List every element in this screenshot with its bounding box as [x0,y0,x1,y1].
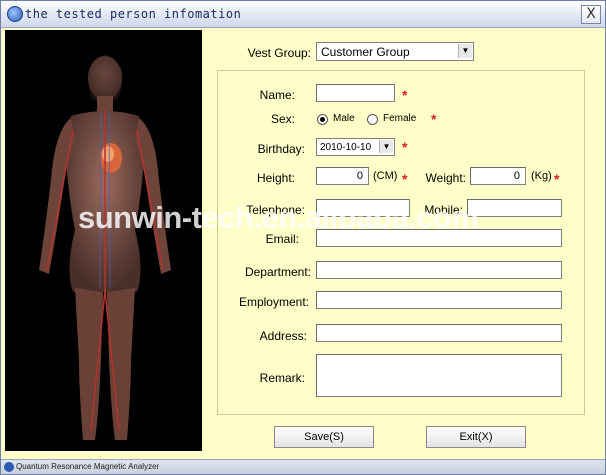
address-input[interactable] [316,324,562,342]
sex-required-mark: * [431,111,437,127]
height-unit: (CM) [373,170,398,182]
birthday-picker[interactable]: 2010-10-10 ▼ [316,138,395,156]
weight-required-mark: * [554,171,560,187]
birthday-label: Birthday: [257,142,305,156]
app-icon [7,6,23,22]
dialog-window: the tested person infomation X Vest Grou… [0,0,606,475]
exit-button[interactable]: Exit(X) [426,426,526,448]
email-input[interactable] [316,229,562,247]
app-status-icon [4,462,14,472]
telephone-input[interactable] [316,199,410,217]
save-button[interactable]: Save(S) [274,426,374,448]
address-label: Address: [259,329,307,343]
status-bar: Quantum Resonance Magnetic Analyzer [1,459,605,474]
name-required-mark: * [402,87,408,103]
sex-label: Sex: [270,112,295,126]
height-label: Height: [256,171,295,185]
window-title: the tested person infomation [25,7,242,21]
weight-unit: (Kg) [531,170,552,182]
email-label: Email: [265,232,299,246]
department-label: Department: [244,265,311,279]
employment-input[interactable] [316,291,562,309]
employment-label: Employment: [238,295,309,309]
sex-female-label: Female [383,113,417,124]
vest-group-value: Customer Group [321,45,410,59]
remark-textarea[interactable] [316,354,562,397]
mobile-input[interactable] [467,199,562,217]
name-label: Name: [259,88,295,102]
chevron-down-icon[interactable]: ▼ [458,44,472,58]
status-text: Quantum Resonance Magnetic Analyzer [16,462,160,471]
height-required-mark: * [402,171,408,187]
height-input[interactable]: 0 [316,167,369,185]
vest-group-select[interactable]: Customer Group ▼ [316,42,474,61]
body-anatomy-image [5,30,202,451]
birthday-required-mark: * [402,139,408,155]
birthday-value: 2010-10-10 [320,142,372,153]
telephone-label: Telephone: [246,203,305,217]
name-input[interactable] [316,84,395,102]
department-input[interactable] [316,261,562,279]
mobile-label: Mobile: [424,203,463,217]
title-bar[interactable]: the tested person infomation X [1,1,605,28]
sex-male-label: Male [333,113,355,124]
sex-female-radio[interactable] [367,114,378,125]
vest-group-label: Vest Group: [247,46,311,60]
chevron-down-icon[interactable]: ▼ [379,140,393,153]
weight-input[interactable]: 0 [470,167,526,185]
close-button[interactable]: X [581,5,601,24]
sex-male-radio[interactable] [317,114,328,125]
weight-label: Weight: [425,171,466,185]
remark-label: Remark: [259,371,305,385]
anatomy-figure-icon [5,30,202,451]
